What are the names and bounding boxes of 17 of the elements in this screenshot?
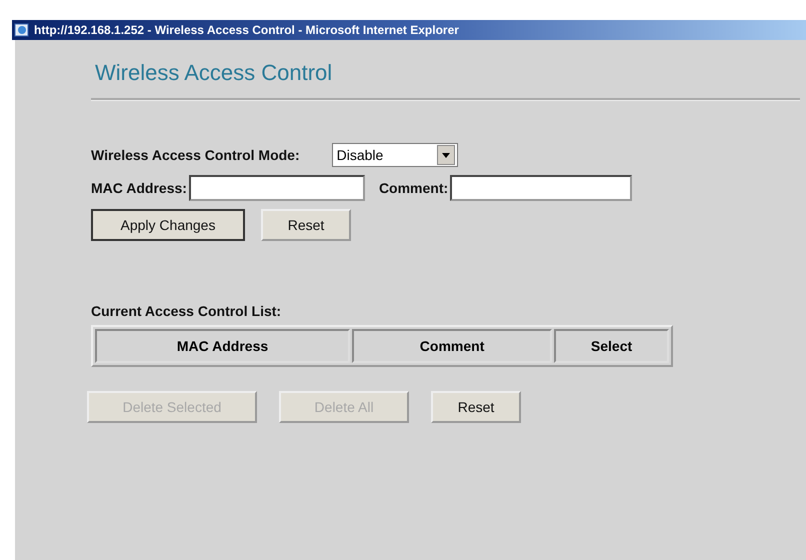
list-title: Current Access Control List: [91, 303, 282, 319]
page-heading: Wireless Access Control [94, 60, 334, 86]
window-title: http://192.168.1.252 - Wireless Access Control - Microsoft Internet Explorer [34, 23, 459, 37]
button[interactable]: Reset [261, 209, 351, 241]
mode-dropdown[interactable]: Disable [332, 143, 458, 167]
browser-icon [14, 22, 30, 38]
button[interactable]: Apply Changes [91, 209, 245, 241]
mac-address-field[interactable] [188, 175, 365, 201]
mode-label: Wireless Access Control Mode: [91, 147, 300, 163]
column-header: MAC Address [95, 329, 350, 363]
comment-field[interactable] [450, 175, 632, 201]
comment-label: Comment: [378, 180, 448, 196]
column-header: Select [554, 329, 669, 363]
mac-address-label: MAC Address: [91, 180, 187, 196]
caret-icon [436, 145, 455, 165]
button[interactable]: Reset [431, 391, 521, 423]
column-header: Comment [352, 329, 552, 363]
